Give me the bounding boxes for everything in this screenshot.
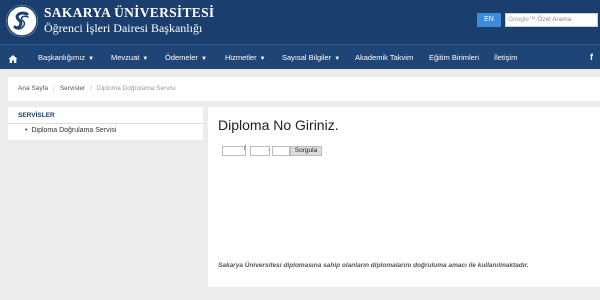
- department-name[interactable]: Öğrenci İşleri Dairesi Başkanlığı: [44, 21, 202, 36]
- field-separator: ,: [268, 145, 270, 152]
- service-note: Sakarya Üniversitesi diplomasına sahip o…: [218, 262, 529, 269]
- bullet-icon: •: [25, 127, 28, 134]
- sidebar-title: SERVİSLER: [8, 107, 203, 124]
- breadcrumb-home-link[interactable]: Ana Sayfa: [18, 85, 48, 92]
- university-name[interactable]: SAKARYA ÜNİVERSİTESİ: [44, 5, 214, 21]
- nav-item-label: Eğitim Birimleri: [429, 53, 480, 62]
- site-header: SAKARYA ÜNİVERSİTESİ Öğrenci İşleri Dair…: [0, 0, 600, 44]
- breadcrumb: Ana Sayfa / Servisler / Diploma Doğrulama Se…: [8, 77, 600, 101]
- chevron-down-icon: ▼: [259, 56, 266, 62]
- nav-item-hizmetler[interactable]: Hizmetler ▼: [225, 45, 266, 70]
- page-title: Diploma No Giriniz.: [218, 117, 339, 133]
- logo-emblem-icon: [6, 5, 38, 37]
- chevron-down-icon: ▼: [200, 56, 207, 62]
- nav-item-sayisal-bilgiler[interactable]: Sayısal Bilgiler ▼: [282, 45, 340, 70]
- nav-item-odemeler[interactable]: Ödemeler ▼: [165, 45, 207, 70]
- chevron-down-icon: ▼: [334, 56, 341, 62]
- breadcrumb-current: Diploma Doğrulama Servisi: [96, 85, 176, 92]
- nav-item-baskanligimiz[interactable]: Başkanlığımız ▼: [38, 45, 94, 70]
- chevron-down-icon: ▼: [88, 56, 95, 62]
- main-nav: Başkanlığımız ▼ Mevzuat ▼ Ödemeler ▼ Hizmet…: [0, 44, 600, 69]
- nav-item-label: Ödemeler: [165, 53, 198, 62]
- nav-item-iletisim[interactable]: İletişim: [494, 45, 517, 70]
- chevron-down-icon: ▼: [142, 56, 149, 62]
- nav-item-label: Sayısal Bilgiler: [282, 53, 332, 62]
- language-button[interactable]: EN: [477, 13, 501, 27]
- nav-item-mevzuat[interactable]: Mevzuat ▼: [111, 45, 148, 70]
- nav-item-label: Başkanlığımız: [38, 53, 86, 62]
- breadcrumb-separator: /: [90, 85, 92, 92]
- sidebar-item-diploma-dogrulama[interactable]: • Diploma Doğrulama Servisi: [8, 124, 203, 138]
- diploma-no-part1-input[interactable]: [222, 146, 246, 156]
- search-brand-label: Google™: [508, 16, 536, 23]
- nav-item-label: İletişim: [494, 53, 518, 62]
- field-separator: /: [244, 145, 246, 152]
- diploma-no-part2-input[interactable]: [250, 146, 270, 156]
- nav-item-label: Akademik Takvim: [355, 53, 414, 62]
- breadcrumb-separator: /: [53, 85, 55, 92]
- facebook-icon[interactable]: f: [590, 45, 593, 70]
- university-logo[interactable]: [6, 5, 38, 37]
- query-button[interactable]: Sorgula: [290, 146, 322, 156]
- breadcrumb-services-link[interactable]: Servisler: [60, 85, 85, 92]
- home-icon[interactable]: [8, 51, 22, 63]
- nav-item-label: Mevzuat: [111, 53, 140, 62]
- main-content: Diploma No Giriniz. / , Sorgula Sakarya …: [208, 107, 600, 287]
- nav-item-akademik-takvim[interactable]: Akademik Takvim: [355, 45, 413, 70]
- diploma-no-part3-input[interactable]: [272, 146, 290, 156]
- nav-item-label: Hizmetler: [225, 53, 257, 62]
- search-input[interactable]: Google™ Özel Arama: [505, 13, 598, 27]
- search-placeholder: Özel Arama: [537, 16, 572, 23]
- services-sidebar: SERVİSLER • Diploma Doğrulama Servisi: [8, 107, 203, 140]
- nav-item-egitim-birimleri[interactable]: Eğitim Birimleri: [429, 45, 479, 70]
- sidebar-item-label: Diploma Doğrulama Servisi: [31, 127, 117, 134]
